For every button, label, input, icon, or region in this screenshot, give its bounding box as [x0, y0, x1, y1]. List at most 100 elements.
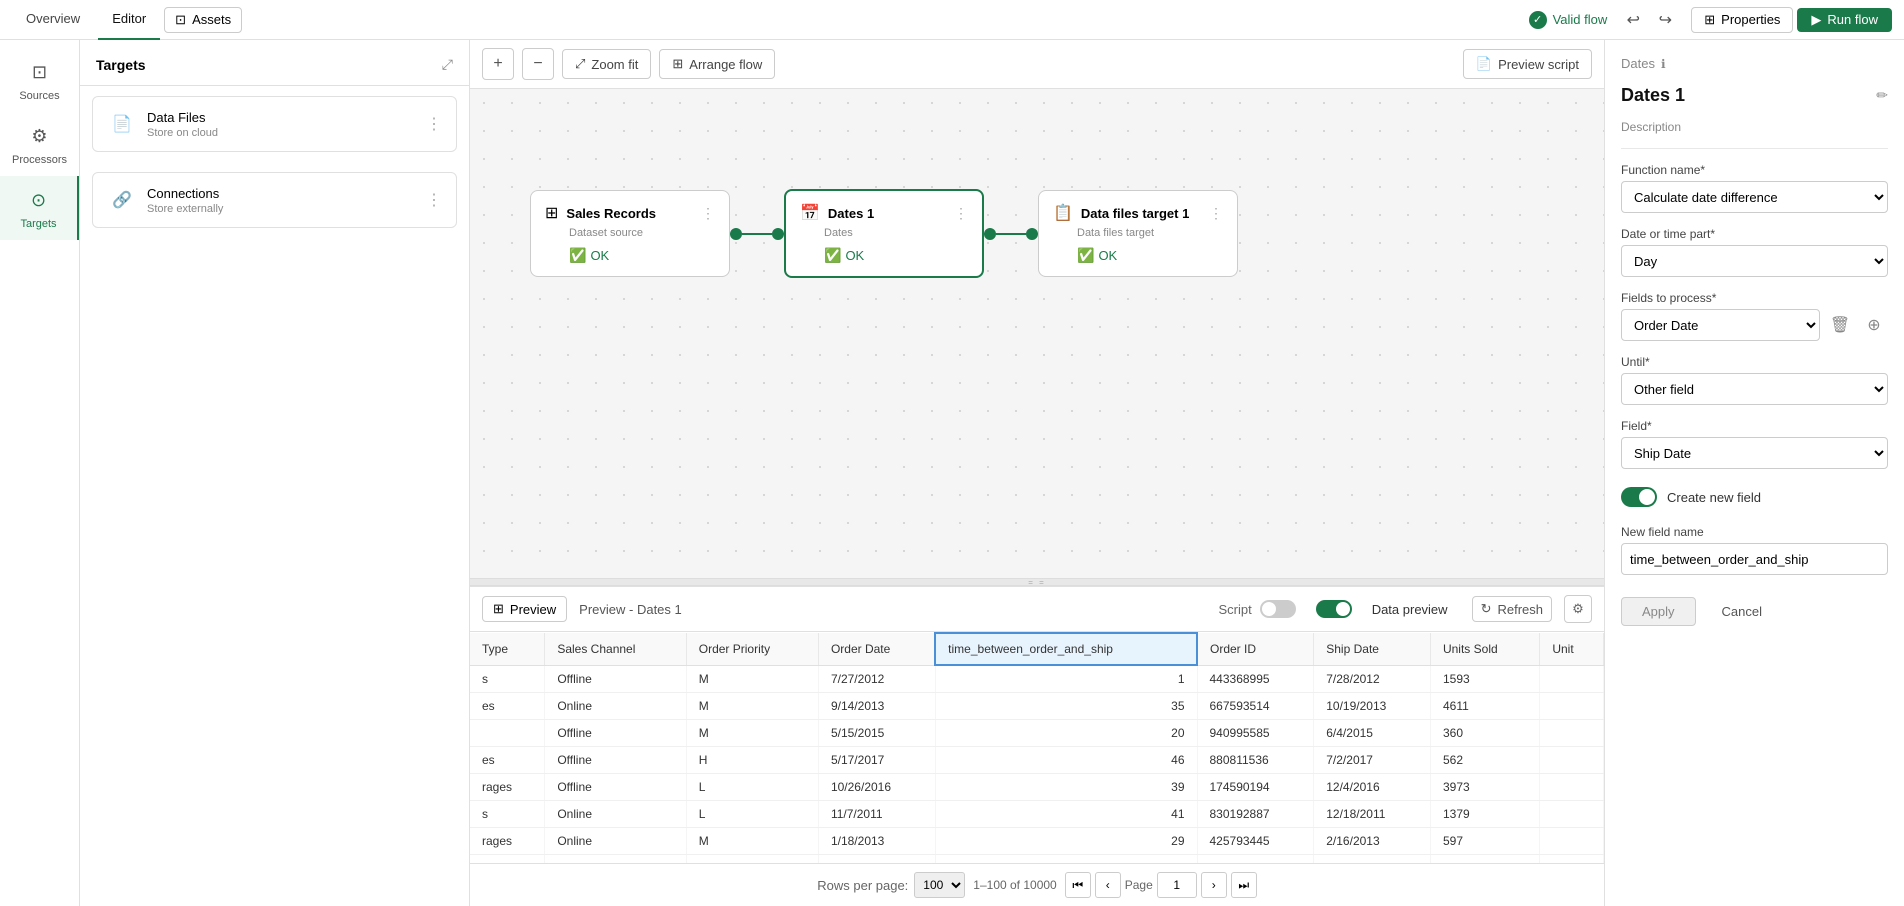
fields-to-process-group: Fields to process* Order Date Ship Date … [1621, 291, 1888, 341]
flow-canvas[interactable]: ⊞ Sales Records ⋮ Dataset source ✅ OK [470, 89, 1604, 578]
rows-per-page: Rows per page: 1005025 [817, 872, 965, 898]
table-cell: L [686, 855, 818, 864]
table-cell: 174590194 [1197, 774, 1314, 801]
sidebar-item-targets[interactable]: ⊙ Targets [0, 176, 79, 240]
preview-panel: ⊞ Preview Preview - Dates 1 Script Data … [470, 586, 1604, 906]
rows-per-page-select[interactable]: 1005025 [914, 872, 965, 898]
table-cell: 39 [935, 774, 1197, 801]
expand-button[interactable]: ⤢ [442, 56, 453, 73]
preview-button[interactable]: ⊞ Preview [482, 596, 567, 622]
page-first-button[interactable]: ⏮ [1065, 872, 1091, 898]
properties-button[interactable]: ⊞ Properties [1691, 7, 1793, 33]
page-next-button[interactable]: › [1201, 872, 1227, 898]
arrange-flow-button[interactable]: ⊞ Arrange flow [659, 49, 775, 79]
data-files-target-menu-dots[interactable]: ⋮ [1209, 205, 1223, 222]
field-select[interactable]: Ship Date Order Date Order ID [1621, 437, 1888, 469]
canvas-toolbar: + − ⤢ Zoom fit ⊞ Arrange flow 📄 Preview … [470, 40, 1604, 89]
table-cell: 41 [935, 801, 1197, 828]
refresh-button[interactable]: ↻ Refresh [1472, 596, 1552, 622]
table-cell: 360 [1430, 720, 1539, 747]
zoom-in-button[interactable]: + [482, 48, 514, 80]
data-files-menu-dots[interactable]: ⋮ [426, 114, 442, 134]
function-name-select[interactable]: Calculate date difference Add days Subtr… [1621, 181, 1888, 213]
target-info-connections: Connections Store externally [147, 186, 416, 215]
connections-menu-dots[interactable]: ⋮ [426, 190, 442, 210]
tab-overview[interactable]: Overview [12, 0, 94, 40]
table-cell: 1 [935, 665, 1197, 693]
table-cell: 7/28/2012 [1314, 665, 1431, 693]
preview-title: Preview - Dates 1 [579, 602, 682, 617]
page-prev-button[interactable]: ‹ [1095, 872, 1121, 898]
table-cell: 5/17/2017 [818, 747, 935, 774]
resize-handle[interactable]: = = [470, 578, 1604, 586]
zoom-out-button[interactable]: − [522, 48, 554, 80]
table-cell: 29 [935, 828, 1197, 855]
table-cell: 11/7/2011 [818, 801, 935, 828]
flow-node-data-files-target[interactable]: 📋 Data files target 1 ⋮ Data files targe… [1038, 190, 1238, 277]
dates1-icon: 📅 [800, 203, 820, 223]
table-cell: 35 [935, 693, 1197, 720]
run-flow-button[interactable]: ▶ Run flow [1797, 8, 1892, 32]
script-toggle-switch[interactable] [1260, 600, 1296, 618]
delete-field-button[interactable]: 🗑 [1826, 311, 1854, 339]
fields-to-process-row: Order Date Ship Date Order ID 🗑 ⊕ [1621, 309, 1888, 341]
col-time-between: time_between_order_and_ship [935, 633, 1197, 665]
target-info-data-files: Data Files Store on cloud [147, 110, 416, 139]
cancel-button[interactable]: Cancel [1706, 597, 1778, 626]
target-card-data-files[interactable]: 📄 Data Files Store on cloud ⋮ [92, 96, 457, 152]
sidebar-item-sources[interactable]: ⊡ Sources [0, 48, 79, 112]
flow-node-dates1[interactable]: 📅 Dates 1 ⋮ Dates ✅ OK [784, 189, 984, 278]
table-cell: 1476 [1430, 855, 1539, 864]
add-field-button[interactable]: ⊕ [1860, 311, 1888, 339]
table-row: sOnlineL11/7/20114183019288712/18/201113… [470, 801, 1604, 828]
redo-button[interactable]: ↪ [1651, 6, 1679, 34]
conn-dot-left-2 [984, 228, 996, 240]
info-icon[interactable]: ℹ [1661, 57, 1666, 71]
field-group: Field* Ship Date Order Date Order ID [1621, 419, 1888, 469]
dates1-status: ✅ OK [800, 247, 968, 264]
dates1-menu-dots[interactable]: ⋮ [954, 205, 968, 222]
connector-2 [984, 228, 1038, 240]
conn-line-1 [742, 233, 772, 235]
apply-button[interactable]: Apply [1621, 597, 1696, 626]
fields-to-process-select[interactable]: Order Date Ship Date Order ID [1621, 309, 1820, 341]
run-flow-icon: ▶ [1811, 12, 1821, 28]
tab-editor[interactable]: Editor [98, 0, 160, 40]
data-table: Type Sales Channel Order Priority Order … [470, 632, 1604, 863]
page-last-button[interactable]: ⏭ [1231, 872, 1257, 898]
create-new-field-label: Create new field [1667, 490, 1761, 505]
table-cell: 5/15/2015 [818, 720, 935, 747]
preview-settings-button[interactable]: ⚙ [1564, 595, 1592, 623]
table-cell: rages [470, 855, 545, 864]
table-cell: s [470, 665, 545, 693]
page-label: Page [1125, 878, 1153, 892]
preview-script-button[interactable]: 📄 Preview script [1463, 49, 1592, 79]
table-cell [1540, 774, 1604, 801]
flow-node-sales-records[interactable]: ⊞ Sales Records ⋮ Dataset source ✅ OK [530, 190, 730, 277]
undo-button[interactable]: ↩ [1619, 6, 1647, 34]
data-preview-toggle-switch[interactable] [1316, 600, 1352, 618]
target-card-connections[interactable]: 🔗 Connections Store externally ⋮ [92, 172, 457, 228]
data-files-target-ok-icon: ✅ [1077, 247, 1094, 264]
edit-icon[interactable]: ✏ [1876, 87, 1888, 104]
sales-records-menu-dots[interactable]: ⋮ [701, 205, 715, 222]
zoom-fit-button[interactable]: ⤢ Zoom fit [562, 49, 651, 79]
field-label: Field* [1621, 419, 1888, 433]
date-part-select[interactable]: Day Month Year Hour Minute [1621, 245, 1888, 277]
create-new-field-toggle[interactable] [1621, 487, 1657, 507]
new-field-name-input[interactable] [1621, 543, 1888, 575]
table-cell: 659878194 [1197, 855, 1314, 864]
table-cell: Offline [545, 720, 686, 747]
sales-records-status: ✅ OK [545, 247, 715, 264]
page-number-input[interactable] [1157, 872, 1197, 898]
valid-flow-badge: ✓ Valid flow [1529, 11, 1608, 29]
tab-assets[interactable]: ⊡ Assets [164, 7, 242, 33]
script-toggle-knob [1262, 602, 1276, 616]
table-cell [1540, 665, 1604, 693]
connections-icon: 🔗 [107, 185, 137, 215]
top-nav: Overview Editor ⊡ Assets ✓ Valid flow ↩ … [0, 0, 1904, 40]
sidebar-item-processors[interactable]: ⚙ Processors [0, 112, 79, 176]
table-cell: Offline [545, 774, 686, 801]
data-table-container[interactable]: Type Sales Channel Order Priority Order … [470, 632, 1604, 863]
until-select[interactable]: Other field Today Custom date [1621, 373, 1888, 405]
